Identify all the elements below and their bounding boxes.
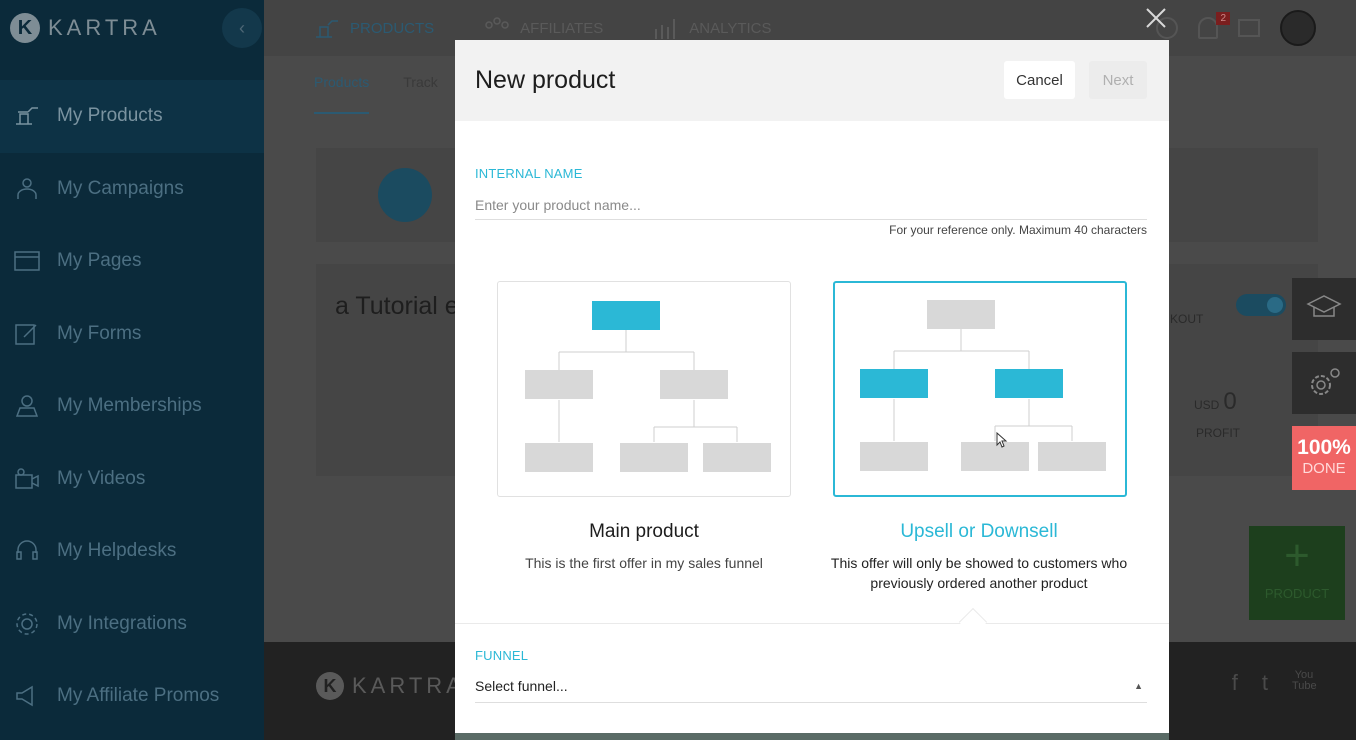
subtab-track[interactable]: Track [403,74,437,114]
internal-name-input[interactable] [475,190,1147,220]
progress-percent: 100% [1297,436,1351,459]
modal-title: New product [475,66,616,94]
main-product-card[interactable] [497,281,791,497]
modal-footer-bar [455,733,1169,740]
social-links: f t You Tube [1232,670,1317,696]
megaphone-icon[interactable] [1238,19,1260,37]
sidebar-item-videos[interactable]: My Videos [0,443,264,516]
sidebar-item-forms[interactable]: My Forms [0,298,264,371]
topnav-analytics[interactable]: ANALYTICS [653,15,772,41]
topnav-label: PRODUCTS [350,19,435,37]
products-icon [14,104,40,128]
sidebar-item-label: My Affiliate Promos [57,685,220,707]
sidebar-item-helpdesks[interactable]: My Helpdesks [0,515,264,588]
chevron-left-icon: ‹ [239,17,245,38]
footer-logo: K KARTRA [316,672,465,700]
subtabs: Products Track [314,74,438,114]
topnav-products[interactable]: PRODUCTS [314,15,434,41]
cart-icon[interactable] [378,168,432,222]
profit-label: PROFIT [1196,426,1240,440]
sidebar-item-label: My Helpdesks [57,540,177,562]
close-icon[interactable] [1144,6,1168,30]
topnav-label: AFFILIATES [520,19,604,37]
pages-icon [14,249,40,273]
upsell-downsell-description: This offer will only be showed to custom… [830,555,1128,591]
sidebar-item-label: My Pages [57,250,142,272]
affiliate-promos-icon [14,684,40,708]
sidebar-item-pages[interactable]: My Pages [0,225,264,298]
sidebar-item-label: My Memberships [57,395,202,417]
top-right-icons [1156,10,1316,46]
youtube-icon[interactable]: You Tube [1292,670,1317,696]
affiliates-icon [485,17,509,29]
main-product-title: Main product [589,521,699,542]
forms-icon [14,322,40,346]
plus-icon: + [1284,531,1310,580]
helpdesk-icon [14,539,40,563]
kartra-logo-text: KARTRA [48,15,161,40]
sidebar-item-label: My Integrations [57,612,187,634]
twitter-icon[interactable]: t [1262,670,1268,696]
sidebar-item-label: My Forms [57,322,142,344]
kartra-logo-icon: K [10,13,40,43]
checkout-toggle[interactable] [1236,294,1286,316]
progress-widget[interactable]: 100% DONE [1292,426,1356,490]
sidebar-item-label: My Products [57,105,163,127]
checkout-label: KOUT [1170,312,1204,326]
avatar[interactable] [1280,10,1316,46]
integrations-icon [14,612,40,636]
gear-icon [1311,368,1340,395]
memberships-icon [14,394,40,418]
internal-name-label: INTERNAL NAME [475,166,583,181]
sidebar-item-affiliate-promos[interactable]: My Affiliate Promos [0,660,264,733]
add-product-button[interactable]: + PRODUCT [1249,526,1345,620]
subtab-products[interactable]: Products [314,74,370,114]
analytics-icon [655,19,676,39]
sidebar-item-integrations[interactable]: My Integrations [0,588,264,661]
modal-header: New product Cancel Next [455,40,1169,121]
internal-name-hint: For your reference only. Maximum 40 char… [889,223,1147,237]
footer-logo-text: KARTRA [352,673,465,698]
new-product-modal: New product Cancel Next INTERNAL NAME Fo… [455,40,1169,740]
videos-icon [14,467,40,491]
sidebar: K KARTRA ‹ My Products My Campaigns My P… [0,0,264,740]
tutorial-widget[interactable] [1292,278,1356,340]
progress-label: DONE [1302,460,1346,477]
topnav-affiliates[interactable]: AFFILIATES [484,15,603,41]
graduation-cap-icon [1306,295,1342,317]
selection-pointer [958,607,988,637]
sidebar-item-memberships[interactable]: My Memberships [0,370,264,443]
campaigns-icon [14,177,40,201]
facebook-icon[interactable]: f [1232,670,1238,696]
next-button[interactable]: Next [1089,61,1147,99]
sidebar-item-products[interactable]: My Products [0,80,264,153]
sidebar-item-label: My Campaigns [57,177,184,199]
products-icon [316,20,338,38]
topnav-label: ANALYTICS [689,19,772,37]
currency-label: USD [1194,398,1220,412]
upsell-downsell-title: Upsell or Downsell [900,521,1058,542]
sidebar-item-label: My Videos [57,467,146,489]
caret-down-icon: ▲ [1134,680,1143,691]
notification-badge: 2 [1216,12,1230,25]
main-product-diagram-icon [525,301,771,472]
profit-number: 0 [1223,388,1237,415]
product-title: a Tutorial e [335,292,459,320]
divider [455,623,1169,624]
main-product-description: This is the first offer in my sales funn… [525,555,763,571]
bell-icon[interactable] [1198,17,1218,39]
funnel-select[interactable]: Select funnel... ▲ [475,669,1147,703]
funnel-label: FUNNEL [475,648,529,663]
add-product-label: PRODUCT [1264,586,1330,601]
profit-value: USD 0 [1194,388,1237,416]
funnel-select-value: Select funnel... [475,677,568,694]
upsell-downsell-card[interactable] [833,281,1127,497]
cancel-button[interactable]: Cancel [1004,61,1075,99]
sidebar-nav: My Products My Campaigns My Pages My For… [0,80,264,733]
upsell-diagram-icon [860,300,1106,471]
sidebar-item-campaigns[interactable]: My Campaigns [0,153,264,226]
kartra-logo-icon: K [316,672,344,700]
settings-widget[interactable] [1292,352,1356,414]
sidebar-collapse-button[interactable]: ‹ [222,8,262,48]
